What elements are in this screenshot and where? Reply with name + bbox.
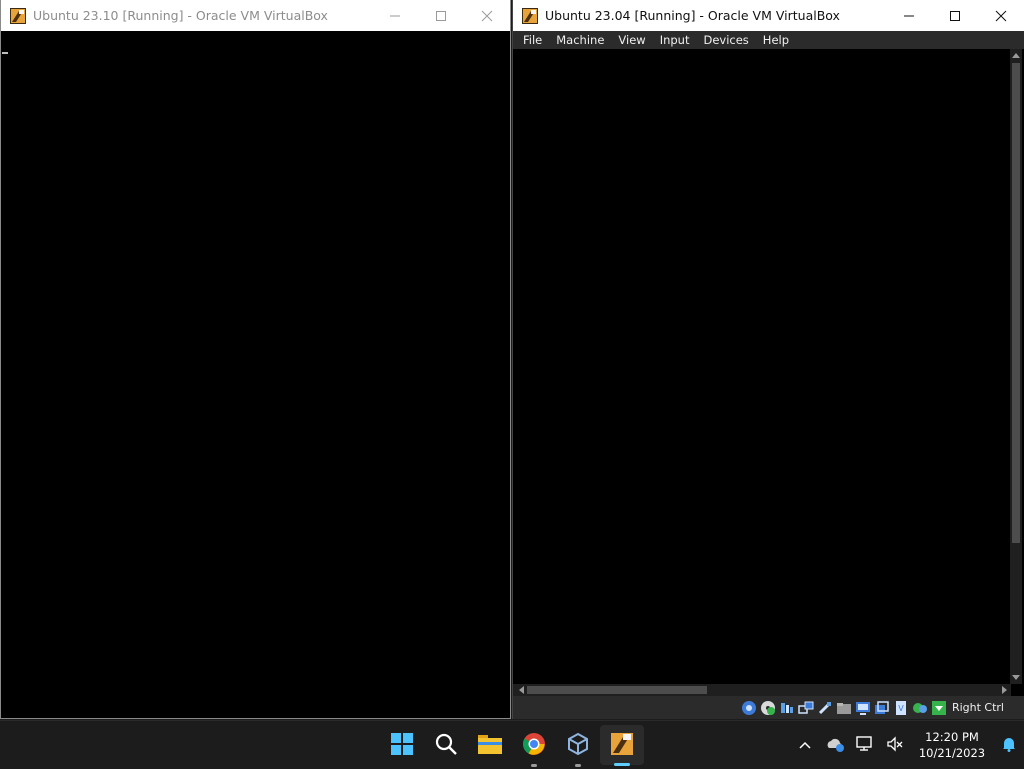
shared-folders-icon[interactable]: [836, 700, 852, 716]
scroll-right-icon[interactable]: [999, 684, 1011, 696]
title-bar[interactable]: Ubuntu 23.04 [Running] - Oracle VM Virtu…: [513, 0, 1024, 31]
horizontal-scrollbar[interactable]: [513, 684, 1011, 696]
file-explorer-button[interactable]: [468, 721, 512, 769]
chevron-up-icon: [799, 738, 811, 752]
minimize-button[interactable]: [372, 0, 418, 31]
menu-bar: File Machine View Input Devices Help: [513, 31, 1024, 49]
vm-display[interactable]: [513, 49, 1011, 684]
text-cursor: [2, 52, 8, 54]
menu-devices[interactable]: Devices: [696, 31, 755, 49]
search-button[interactable]: [424, 721, 468, 769]
clock-date: 10/21/2023: [918, 746, 986, 760]
usb-icon[interactable]: [817, 700, 833, 716]
vm-window-ubuntu-23-04[interactable]: Ubuntu 23.04 [Running] - Oracle VM Virtu…: [512, 0, 1024, 719]
running-indicator: [575, 764, 581, 767]
virtualbox-icon: [522, 7, 538, 24]
menu-file[interactable]: File: [516, 31, 549, 49]
vm-window-ubuntu-23-10[interactable]: Ubuntu 23.10 [Running] - Oracle VM Virtu…: [0, 0, 511, 719]
chrome-button[interactable]: [512, 721, 556, 769]
scroll-up-icon[interactable]: [1010, 49, 1022, 61]
notifications-button[interactable]: [994, 721, 1024, 769]
window-title: Ubuntu 23.04 [Running] - Oracle VM Virtu…: [545, 8, 840, 23]
virtualbox-icon: [10, 7, 26, 24]
menu-help[interactable]: Help: [756, 31, 796, 49]
maximize-button[interactable]: [418, 0, 464, 31]
system-tray: 12:20 PM 10/21/2023: [790, 721, 1024, 769]
clock[interactable]: 12:20 PM 10/21/2023: [910, 729, 994, 761]
show-hidden-icons-button[interactable]: [790, 721, 820, 769]
scroll-left-icon[interactable]: [515, 684, 527, 696]
file-explorer-icon: [477, 732, 503, 759]
hard-disk-icon[interactable]: [741, 700, 757, 716]
svg-text:V: V: [898, 704, 904, 713]
menu-input[interactable]: Input: [653, 31, 697, 49]
network-icon[interactable]: [798, 700, 814, 716]
active-indicator: [614, 763, 630, 766]
minimize-button[interactable]: [886, 0, 932, 31]
virtualbox-manager-button[interactable]: [556, 721, 600, 769]
recording-icon[interactable]: [874, 700, 890, 716]
vm-display[interactable]: [1, 31, 510, 718]
taskbar: 12:20 PM 10/21/2023: [0, 720, 1024, 768]
maximize-button[interactable]: [932, 0, 978, 31]
display-icon[interactable]: [855, 700, 871, 716]
scroll-thumb[interactable]: [527, 686, 707, 694]
host-key-label: Right Ctrl: [951, 701, 1004, 714]
onedrive-icon: [825, 736, 845, 755]
audio-icon[interactable]: [779, 700, 795, 716]
clock-time: 12:20 PM: [925, 730, 979, 744]
start-button[interactable]: [380, 721, 424, 769]
scroll-thumb[interactable]: [1012, 63, 1020, 543]
virtualbox-vm-button[interactable]: [600, 725, 644, 766]
status-bar: V Right Ctrl: [513, 696, 1024, 719]
virtualization-icon[interactable]: [912, 700, 928, 716]
running-indicator: [531, 764, 537, 767]
scroll-down-icon[interactable]: [1010, 672, 1022, 684]
vertical-scrollbar[interactable]: [1010, 49, 1022, 684]
network-status-button[interactable]: [850, 721, 880, 769]
volume-button[interactable]: [880, 721, 910, 769]
chrome-icon: [522, 732, 546, 759]
close-button[interactable]: [464, 0, 510, 31]
virtualbox-vm-icon: [610, 732, 634, 759]
cpu-icon[interactable]: V: [893, 700, 909, 716]
optical-disk-icon[interactable]: [760, 700, 776, 716]
window-title: Ubuntu 23.10 [Running] - Oracle VM Virtu…: [33, 8, 328, 23]
onedrive-button[interactable]: [820, 721, 850, 769]
volume-muted-icon: [886, 735, 904, 755]
virtualbox-manager-icon: [566, 732, 590, 759]
arrow-down-icon[interactable]: [931, 700, 947, 716]
menu-machine[interactable]: Machine: [549, 31, 611, 49]
network-icon: [856, 735, 874, 755]
title-bar[interactable]: Ubuntu 23.10 [Running] - Oracle VM Virtu…: [1, 0, 510, 31]
bell-icon: [1001, 736, 1017, 755]
close-button[interactable]: [978, 0, 1024, 31]
windows-start-icon: [390, 732, 414, 759]
search-icon: [434, 732, 458, 759]
menu-view[interactable]: View: [611, 31, 652, 49]
